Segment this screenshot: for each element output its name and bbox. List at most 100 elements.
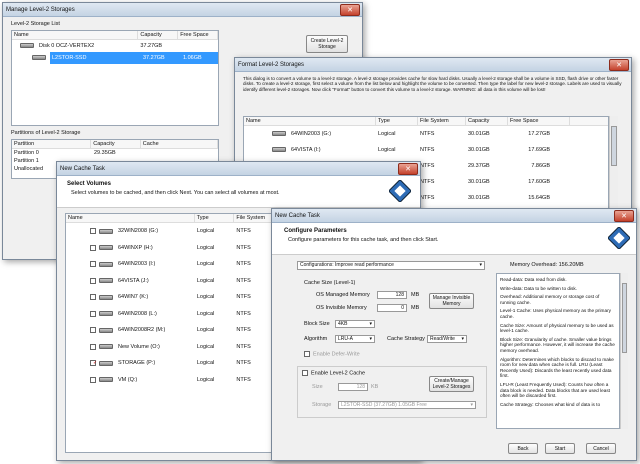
volume-checkbox[interactable] (90, 294, 96, 301)
scrollbar[interactable] (609, 116, 618, 222)
algorithm-select[interactable]: LRU-A ▾ (335, 335, 375, 343)
volume-checkbox[interactable]: ✓ (90, 360, 97, 367)
new-cache-task-window-2: New Cache Task ✕ Configure Parameters Co… (271, 208, 637, 461)
list-item[interactable]: ✓ STORAGE (P:) Logical NTFS (66, 355, 274, 372)
list-item[interactable]: Disk 0 OCZ-VERTEX2 37.27GB (12, 40, 218, 52)
help-paragraph: Algorithm: Determines which blocks to di… (500, 356, 614, 379)
storage-list[interactable]: Name Capacity Free Space Disk 0 OCZ-VERT… (11, 30, 219, 126)
help-paragraph: Write-data: Data to be written to disk. (500, 285, 578, 291)
drive-icon (99, 278, 113, 284)
drive-icon (99, 344, 113, 350)
drive-icon (99, 360, 113, 366)
os-managed-input[interactable]: 128 (377, 291, 407, 299)
scroll-thumb[interactable] (622, 283, 627, 353)
cache-size-label: Cache Size (Level-1) (304, 280, 356, 286)
page-title: Select Volumes (67, 181, 111, 187)
close-button[interactable]: ✕ (609, 58, 629, 71)
volume-checkbox[interactable] (90, 277, 96, 284)
drive-icon (99, 311, 113, 317)
create-level2-button[interactable]: Create Level-2 Storage (306, 35, 348, 53)
defer-write-checkbox[interactable]: Enable Defer-Write (304, 351, 360, 357)
close-button[interactable]: ✕ (340, 3, 360, 16)
help-text-panel[interactable]: Read-data: Data read from disk. Write-dat… (496, 273, 620, 429)
chevron-down-icon: ▾ (461, 336, 464, 342)
window-title: New Cache Task (275, 212, 320, 219)
start-button[interactable]: Start (545, 443, 575, 454)
list-item[interactable]: 64VISTA (J:) Logical NTFS (66, 273, 274, 290)
list-item[interactable]: 64WINXP (H:) Logical NTFS (66, 240, 274, 257)
help-paragraph: Cache Strategy: Chooses what kind of dat… (500, 401, 601, 407)
enable-l2-checkbox[interactable]: Enable Level-2 Cache (302, 370, 365, 376)
volume-checkbox[interactable] (90, 228, 96, 235)
window-title: Manage Level-2 Storages (6, 6, 75, 13)
scroll-thumb[interactable] (611, 126, 617, 166)
scrollbar[interactable] (620, 273, 628, 429)
chevron-down-icon: ▾ (369, 321, 372, 327)
help-paragraph: Cache Size: Amount of physical memory to… (500, 322, 614, 334)
volume-checkbox[interactable] (90, 261, 96, 268)
list-item[interactable]: 64WIN7 (K:) Logical NTFS (66, 289, 274, 306)
page-subtitle: Configure parameters for this cache task… (288, 237, 439, 243)
help-paragraph: Block Size: Granularity of cache. Smalle… (500, 336, 615, 353)
drive-icon (99, 327, 113, 333)
chevron-down-icon: ▾ (470, 402, 473, 408)
help-paragraph: Overhead: Additional memory or storage c… (500, 294, 600, 305)
volume-checkbox[interactable] (90, 244, 96, 251)
titlebar: New Cache Task ✕ (272, 209, 636, 223)
config-select[interactable]: Configurations: Improve read performance… (297, 261, 485, 270)
help-paragraph: LFU-R (Least Frequently Used): Counts ho… (500, 381, 610, 399)
list-item-selected[interactable]: L2STOR-SSD 37.27GB 1.06GB (12, 52, 218, 64)
description: This dialog is to convert a volume to a … (243, 76, 622, 92)
disk-icon (20, 43, 34, 49)
volume-select-list[interactable]: Name Type File System 32WIN2008 (G:) Logi… (65, 213, 275, 453)
drive-icon (32, 55, 46, 61)
create-manage-l2-button[interactable]: Create/Manage Level-2 Storages (429, 376, 474, 392)
list-item[interactable]: 64WIN2003 (G:) Logical NTFS 30.01GB 17.27GB (244, 126, 608, 142)
titlebar: Manage Level-2 Storages ✕ (3, 3, 362, 17)
close-button[interactable]: ✕ (614, 209, 634, 222)
page-title: Configure Parameters (284, 228, 347, 234)
help-paragraph: Read-data: Data read from disk. (500, 277, 567, 282)
list-item[interactable]: 64WIN2008R2 (M:) Logical NTFS (66, 322, 274, 339)
list-label: Level-2 Storage List (11, 21, 60, 27)
volume-checkbox[interactable] (90, 310, 96, 317)
drive-icon (99, 294, 113, 300)
drive-icon (99, 245, 113, 251)
app-logo-icon (608, 227, 630, 249)
chevron-down-icon: ▾ (369, 336, 372, 342)
header-band: Configure Parameters Configure parameter… (272, 223, 636, 255)
col-capacity[interactable]: Capacity (138, 30, 179, 40)
l2-size-input[interactable]: 128 (338, 383, 368, 391)
l2-storage-select[interactable]: L2STOR-SSD (37.27GB) 1.05GB Free ▾ (338, 401, 476, 409)
partitions-label: Partitions of Level-2 Storage (11, 130, 81, 136)
list-item[interactable]: Partition 0 29.35GB (12, 149, 218, 157)
window-title: Format Level-2 Storages (238, 61, 305, 68)
volume-checkbox[interactable] (90, 327, 96, 334)
list-item[interactable]: 32WIN2008 (G:) Logical NTFS (66, 223, 274, 240)
list-item[interactable]: VM (Q:) Logical NTFS (66, 372, 274, 389)
back-button[interactable]: Back (508, 443, 538, 454)
drive-icon (272, 131, 286, 137)
manage-invisible-button[interactable]: Manage Invisible Memory (429, 293, 474, 309)
cache-strategy-select[interactable]: Read/Write ▾ (427, 335, 467, 343)
volume-checkbox[interactable] (90, 376, 96, 383)
list-item[interactable]: 64WIN2003 (I:) Logical NTFS (66, 256, 274, 273)
drive-icon (99, 261, 113, 267)
cancel-button[interactable]: Cancel (586, 443, 616, 454)
chevron-down-icon: ▾ (479, 262, 482, 268)
volume-checkbox[interactable] (90, 343, 96, 350)
drive-icon (99, 228, 113, 234)
drive-icon (272, 147, 286, 153)
window-title: New Cache Task (60, 165, 105, 172)
titlebar: Format Level-2 Storages ✕ (235, 58, 631, 72)
col-free[interactable]: Free Space (178, 30, 218, 40)
list-item[interactable]: New Volume (O:) Logical NTFS (66, 339, 274, 356)
list-item[interactable]: 64WIN2008 (L:) Logical NTFS (66, 306, 274, 323)
col-name[interactable]: Name (12, 30, 139, 40)
list-item[interactable]: 64VISTA (I:) Logical NTFS 30.01GB 17.69GB (244, 142, 608, 158)
help-paragraph: Level-1 Cache: Uses physical memory as t… (500, 308, 611, 319)
app-logo-icon (389, 180, 411, 202)
block-size-select[interactable]: 4KB ▾ (335, 320, 375, 328)
os-invisible-input[interactable]: 0 (377, 304, 407, 312)
close-button[interactable]: ✕ (398, 162, 418, 175)
